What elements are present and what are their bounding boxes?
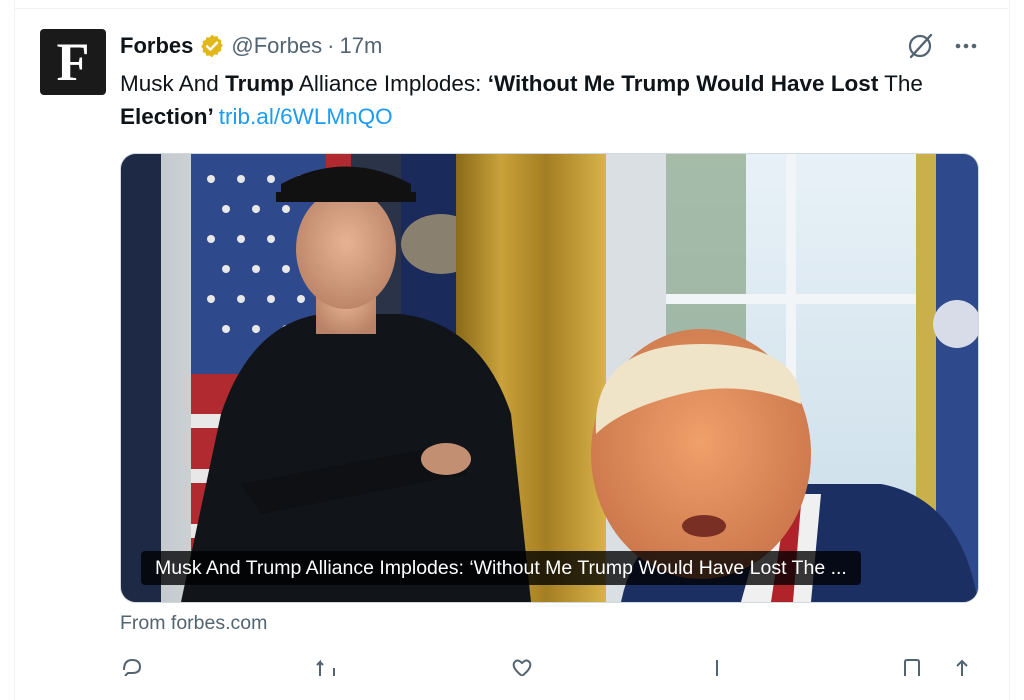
views-icon[interactable]	[705, 656, 729, 676]
action-bar	[120, 656, 990, 676]
bookmark-icon[interactable]	[900, 656, 924, 676]
avatar[interactable]: F	[40, 29, 106, 95]
reply-icon[interactable]	[120, 656, 144, 676]
more-dots-icon[interactable]	[951, 34, 981, 58]
separator: ·	[327, 33, 335, 58]
divider	[14, 8, 1008, 9]
avatar-initial: F	[56, 32, 90, 92]
timestamp[interactable]: 17m	[340, 33, 383, 59]
share-icon[interactable]	[950, 656, 974, 676]
grok-icon[interactable]	[905, 31, 937, 61]
like-icon[interactable]	[510, 656, 534, 676]
news-photo	[121, 154, 978, 602]
link-card-caption: Musk And Trump Alliance Implodes: ‘Witho…	[141, 551, 861, 585]
tweet-header: Forbes @Forbes · 17m	[120, 31, 382, 61]
link-source[interactable]: From forbes.com	[120, 612, 267, 635]
author-name[interactable]: Forbes	[120, 33, 193, 59]
link-card-image[interactable]: Musk And Trump Alliance Implodes: ‘Witho…	[120, 153, 979, 603]
verified-badge-icon[interactable]	[199, 33, 225, 59]
retweet-icon[interactable]	[315, 656, 339, 676]
tweet-text: Musk And Trump Alliance Implodes: ‘Witho…	[120, 71, 923, 129]
tweet-link[interactable]: trib.al/6WLMnQO	[219, 104, 393, 129]
author-handle[interactable]: @Forbes	[231, 33, 322, 59]
